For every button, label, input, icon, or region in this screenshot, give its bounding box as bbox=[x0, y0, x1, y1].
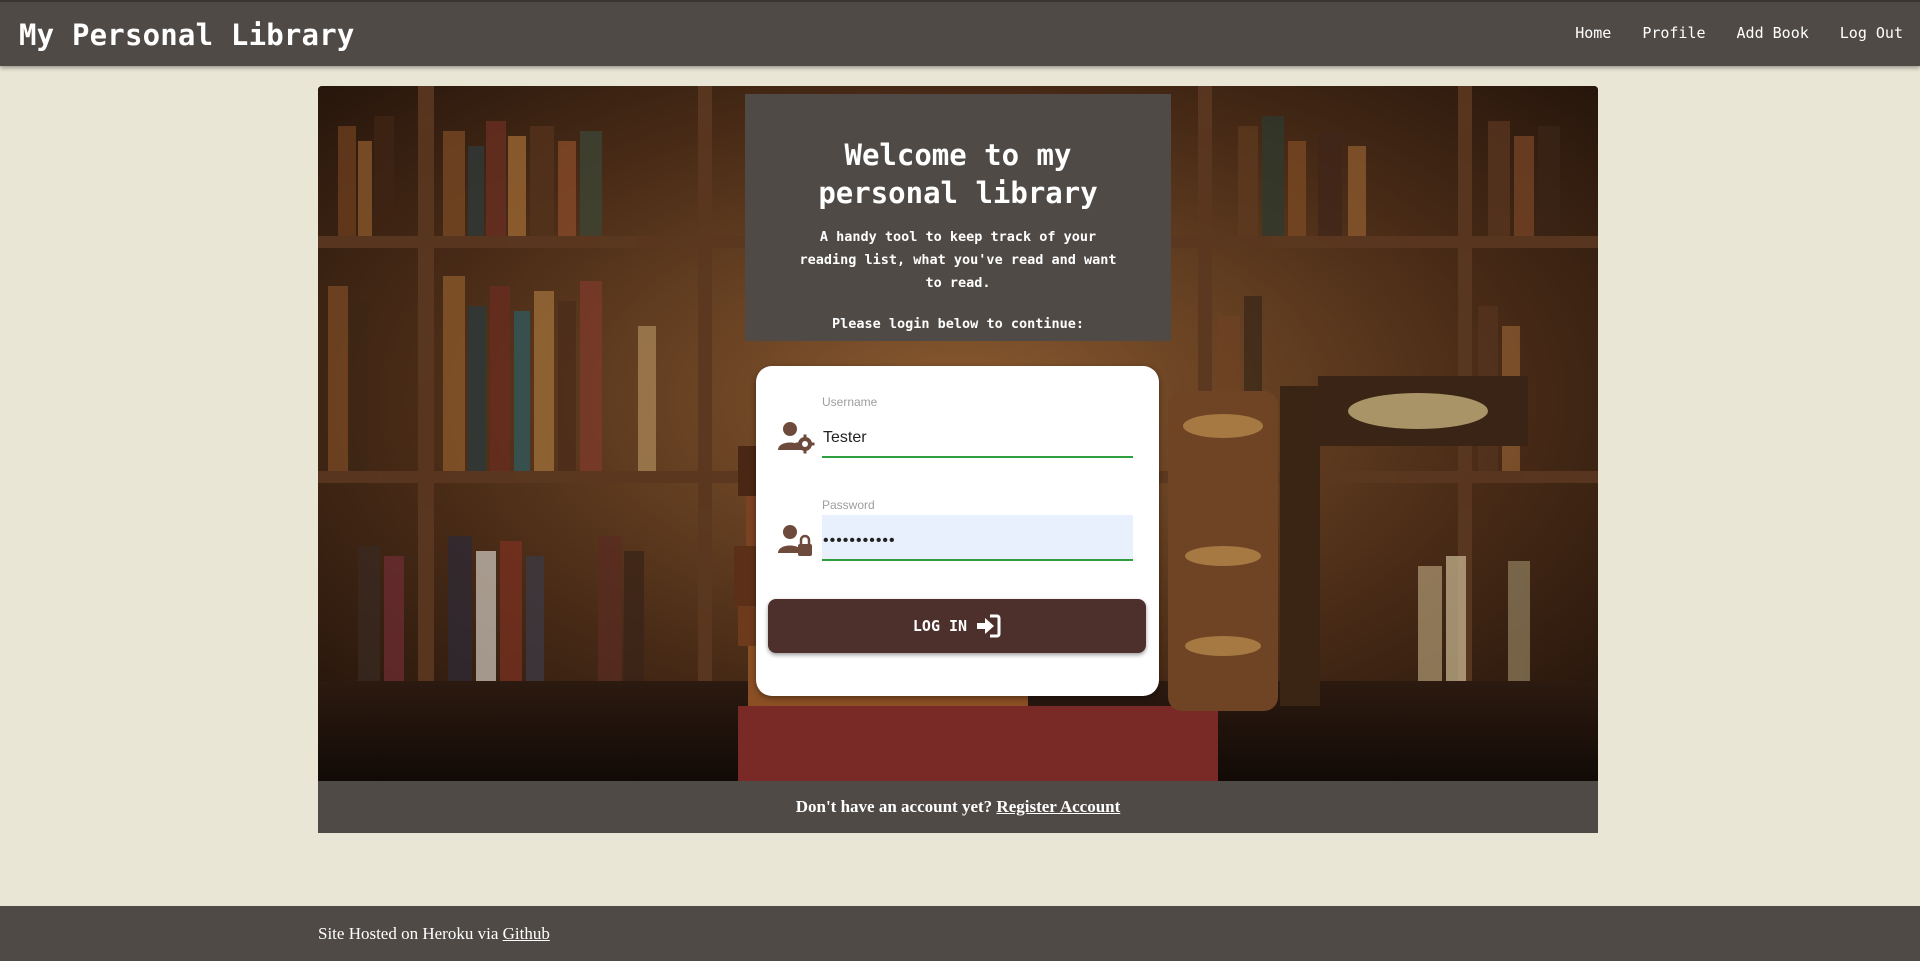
login-form: Username Password LOG IN bbox=[756, 366, 1159, 696]
login-prompt: Please login below to continue: bbox=[832, 316, 1084, 332]
register-account-link[interactable]: Register Account bbox=[996, 797, 1120, 816]
nav-link-profile[interactable]: Profile bbox=[1642, 24, 1705, 42]
user-lock-icon bbox=[778, 525, 812, 556]
nav-link-home[interactable]: Home bbox=[1575, 24, 1611, 42]
password-input[interactable] bbox=[822, 515, 1133, 561]
navbar: My Personal Library Home Profile Add Boo… bbox=[0, 0, 1920, 66]
user-gear-icon bbox=[778, 422, 815, 454]
password-field: Password bbox=[776, 493, 1136, 563]
username-label: Username bbox=[822, 395, 878, 409]
sign-in-icon bbox=[977, 614, 1001, 638]
github-link[interactable]: Github bbox=[503, 924, 550, 943]
register-prompt: Don't have an account yet? bbox=[795, 797, 993, 816]
footer-text-wrap: Site Hosted on Heroku via Github bbox=[318, 924, 550, 944]
welcome-title: Welcome to my personal library bbox=[818, 138, 1098, 210]
login-button-label: LOG IN bbox=[912, 617, 968, 635]
register-bar: Don't have an account yet? Register Acco… bbox=[318, 781, 1598, 833]
password-label: Password bbox=[822, 498, 875, 512]
nav-link-log-out[interactable]: Log Out bbox=[1840, 24, 1903, 42]
welcome-description: A handy tool to keep track of your readi… bbox=[799, 229, 1117, 291]
username-field: Username bbox=[776, 390, 1136, 460]
login-button[interactable]: LOG IN bbox=[768, 599, 1146, 653]
welcome-panel: Welcome to my personal library A handy t… bbox=[745, 94, 1171, 341]
username-input[interactable] bbox=[822, 412, 1133, 458]
nav-link-add-book[interactable]: Add Book bbox=[1737, 24, 1809, 42]
hero-section: Welcome to my personal library A handy t… bbox=[318, 86, 1598, 781]
brand-title[interactable]: My Personal Library bbox=[19, 18, 355, 52]
footer-hosting-text: Site Hosted on Heroku via bbox=[318, 924, 499, 943]
site-footer: Site Hosted on Heroku via Github bbox=[0, 906, 1920, 961]
nav-links: Home Profile Add Book Log Out bbox=[1544, 24, 1903, 42]
